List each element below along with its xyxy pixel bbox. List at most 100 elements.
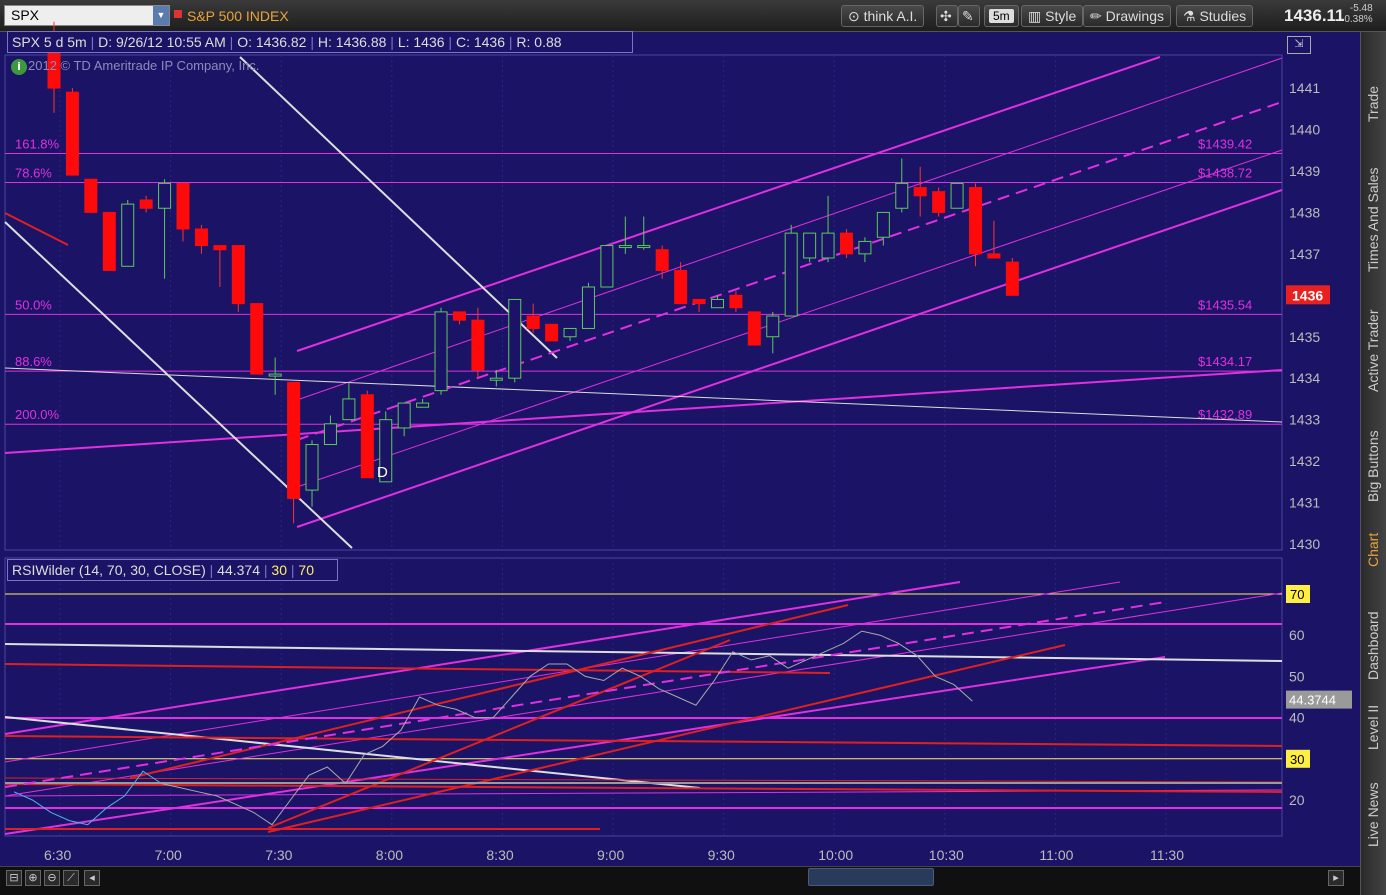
candle-body [876,211,890,238]
rsi-value-badge-label: 44.3744 [1289,693,1336,708]
side-tab-label: Chart [1365,532,1381,567]
candle-body [102,211,116,271]
time-tick-label: 6:30 [44,847,71,863]
draw-line-icon[interactable]: ⟋ [63,870,79,886]
bar-open: O: 1436.82 [237,34,307,50]
rsi-panel-frame [4,557,1283,837]
time-tick-label: 8:30 [486,847,513,863]
side-tab-label: Big Buttons [1365,430,1381,502]
candle-body [508,298,522,379]
candle-body [839,232,853,255]
rsi-header: RSIWilder (14, 70, 30, CLOSE) | 44.374 |… [7,559,338,581]
price-panel-frame [4,54,1283,551]
price-tick-label: 1439 [1289,163,1320,179]
rsi-value: 44.374 [217,562,260,578]
candle-body [987,253,1001,259]
candle-body [65,91,79,176]
side-tab-label: Dashboard [1365,611,1381,681]
fib-price-label: $1435.54 [1198,297,1252,312]
rsi-trendline-drawing [4,783,1283,793]
time-tick-label: 9:30 [708,847,735,863]
trendline-drawing [4,212,69,246]
candle-body [416,402,430,408]
fib-pct-label: 200.0% [15,407,60,422]
candle-body [231,245,245,305]
candle-body [581,286,595,329]
rsi-tick-label: 40 [1289,710,1305,726]
candle-body [139,199,153,209]
time-tick-label: 8:00 [376,847,403,863]
zoom-icon[interactable]: ⊟ [6,870,22,886]
zoom-out-icon[interactable]: ⊖ [44,870,60,886]
candle-body [637,245,651,249]
candle-body [600,245,614,288]
candle-body [950,182,964,209]
price-chart[interactable]: 1441 1440 1439 1438 1437 1436 1435 1434 1433 1432… [0,0,1360,895]
candle-body [729,294,743,309]
candle-body [213,245,227,251]
price-tick-label: 1437 [1289,246,1320,262]
candle-body [194,228,208,247]
side-tabs: Trade Times And Sales Active Trader Big But… [1360,32,1386,895]
expand-chart-icon[interactable]: ⇲ [1287,36,1311,54]
price-tick-label: 1434 [1289,370,1320,386]
trendline-drawing [296,56,1161,352]
rsi-tick-label: 20 [1289,792,1305,808]
side-tab-label: Level II [1365,704,1381,750]
candle-body [250,303,264,375]
candle-body [287,381,301,499]
candle-body [323,423,337,446]
candle-body [434,311,448,392]
scroll-right-icon[interactable]: ▸ [1328,870,1344,886]
candle-body [784,232,798,317]
candle-body [471,319,485,371]
candle-body [766,315,780,338]
price-tick-label: 1433 [1289,412,1320,428]
candle-body [545,323,559,342]
chart-header: SPX 5 d 5m | D: 9/26/12 10:55 AM | O: 14… [7,31,633,53]
candle-body [305,444,319,491]
fib-pct-label: 78.6% [15,166,52,181]
rsi-line [161,630,973,826]
bar-low: L: 1436 [397,34,445,50]
candle-body [563,327,577,338]
candle-body [655,249,669,271]
zoom-in-icon[interactable]: ⊕ [25,870,41,886]
side-tab-label: Active Trader [1365,309,1381,392]
candle-body [489,377,503,381]
fib-price-label: $1434.17 [1198,354,1252,369]
trendline-drawing [4,369,1283,454]
fib-pct-label: 50.0% [15,297,52,312]
fib-pct-label: 161.8% [15,137,60,152]
candle-body [821,232,835,259]
candle-body [803,232,817,259]
side-tab-label: Live News [1365,782,1381,847]
rsi-oversold: 70 [298,562,314,578]
info-icon[interactable]: i [11,59,27,75]
candle-body [360,394,374,479]
fib-pct-label: 88.6% [15,354,52,369]
price-tick-label: 1432 [1289,453,1320,469]
chart-title: SPX 5 d 5m [12,34,87,50]
candle-marker-label: D [377,464,388,481]
scroll-left-icon[interactable]: ◂ [84,870,100,886]
candle-body [121,203,135,267]
candle-body [913,187,927,197]
candle-body [526,315,540,329]
rsi-line-low [13,770,162,826]
bottom-bar: ⊟ ⊕ ⊖ ⟋ ◂ ▸ [0,866,1360,895]
time-tick-label: 11:00 [1039,847,1073,863]
time-tick-label: 11:30 [1150,847,1184,863]
rsi-trendline-drawing [4,716,701,789]
price-tick-label: 1435 [1289,329,1320,345]
bar-close: C: 1436 [455,34,505,50]
rsi-label: RSIWilder (14, 70, 30, CLOSE) [12,562,206,578]
time-tick-label: 10:00 [818,847,853,863]
bar-high: H: 1436.88 [317,34,387,50]
candle-body [618,245,632,249]
candle-body [397,402,411,429]
rsi-70-badge-label: 70 [1290,587,1304,602]
time-scrollbar[interactable] [808,868,934,886]
candle-body [158,182,172,209]
side-tab-label: Times And Sales [1365,167,1381,272]
